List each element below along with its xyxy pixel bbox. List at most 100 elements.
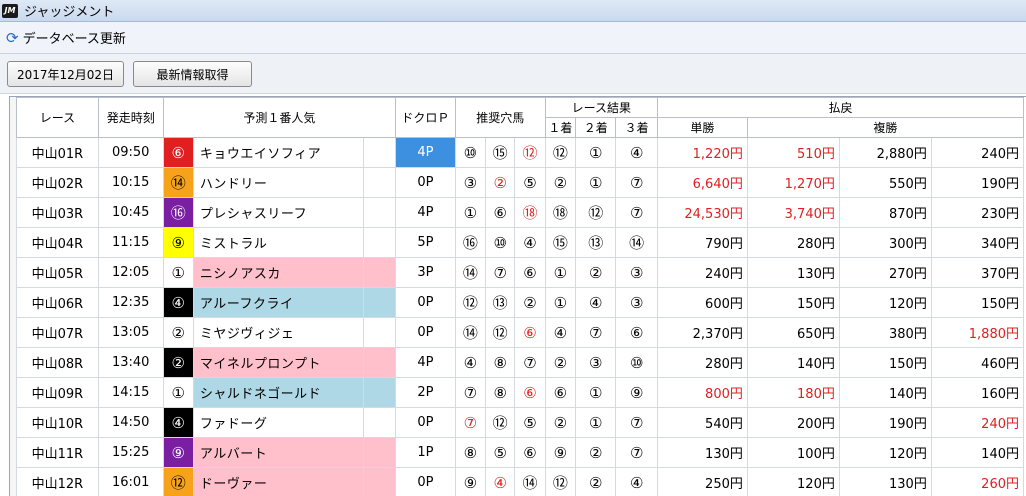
favorite-number-cell[interactable]: ② [162,347,194,378]
table-row[interactable]: 中山08R 13:40 ② マイネルプロンプト 4P ④ ⑧ ⑦ ② ③ ⑩ 280円 140円 150円… [16,347,1025,378]
place-payout-1-cell[interactable]: 200円 [746,407,840,438]
header-place-payout[interactable]: 複勝 [746,117,1025,138]
table-row[interactable]: 中山06R 12:35 ④ アルーフクライ 0P ⑫ ⑬ ② ① ④ ③ 600円 150円 120円 15… [16,287,1025,318]
start-time-cell[interactable]: 16:01 [97,467,164,496]
table-row[interactable]: 中山09R 14:15 ① シャルドネゴールド 2P ⑦ ⑧ ⑥ ⑥ ① ⑨ 800円 180円 140円… [16,377,1025,408]
place-payout-2-cell[interactable]: 120円 [838,437,932,468]
dokuro-points-cell[interactable]: 1P [395,437,456,468]
place-payout-1-cell[interactable]: 140円 [746,347,840,378]
longshot-cell[interactable]: ② [514,287,546,318]
place-payout-1-cell[interactable]: 3,740円 [746,197,840,228]
header-dokuro-points[interactable]: ドクロＰ [395,97,456,138]
longshot-cell[interactable]: ⑤ [485,437,516,468]
place-payout-2-cell[interactable]: 300円 [838,227,932,258]
longshot-cell[interactable]: ⑮ [485,137,516,168]
third-place-cell[interactable]: ⑨ [615,377,658,408]
favorite-name-cell[interactable]: ミヤジヴィジェ [192,317,364,348]
date-picker-button[interactable]: 2017年12月02日 [7,61,124,87]
longshot-cell[interactable]: ⑧ [485,347,516,378]
table-row[interactable]: 中山01R 09:50 ⑥ キョウエイソフィア 4P ⑩ ⑮ ⑫ ⑫ ① ④ 1,220円 510円 2,… [16,137,1025,168]
favorite-spacer-cell[interactable] [363,347,397,378]
place-payout-3-cell[interactable]: 230円 [930,197,1025,228]
win-payout-cell[interactable]: 800円 [656,377,748,408]
first-place-cell[interactable]: ② [544,407,577,438]
win-payout-cell[interactable]: 6,640円 [656,167,748,198]
place-payout-3-cell[interactable]: 370円 [930,257,1025,288]
place-payout-3-cell[interactable]: 340円 [930,227,1025,258]
favorite-number-cell[interactable]: ④ [162,407,194,438]
start-time-cell[interactable]: 12:05 [97,257,164,288]
race-cell[interactable]: 中山01R [16,137,99,168]
longshot-cell[interactable]: ⑦ [485,257,516,288]
second-place-cell[interactable]: ③ [575,347,617,378]
fetch-latest-button[interactable]: 最新情報取得 [133,61,252,87]
favorite-name-cell[interactable]: ハンドリー [192,167,364,198]
favorite-name-cell[interactable]: プレシャスリーフ [192,197,364,228]
longshot-cell[interactable]: ⑦ [454,407,487,438]
place-payout-3-cell[interactable]: 1,880円 [930,317,1025,348]
dokuro-points-cell[interactable]: 0P [395,287,456,318]
win-payout-cell[interactable]: 1,220円 [656,137,748,168]
race-cell[interactable]: 中山11R [16,437,99,468]
refresh-icon[interactable]: ⟳ [6,29,19,47]
favorite-name-cell[interactable]: アルバート [192,437,364,468]
table-row[interactable]: 中山07R 13:05 ② ミヤジヴィジェ 0P ⑭ ⑫ ⑥ ④ ⑦ ⑥ 2,370円 650円 380円… [16,317,1025,348]
row-selector-column[interactable] [10,97,16,496]
first-place-cell[interactable]: ② [544,167,577,198]
longshot-cell[interactable]: ⑨ [454,467,487,496]
longshot-cell[interactable]: ④ [485,467,516,496]
longshot-cell[interactable]: ⑫ [514,137,546,168]
table-row[interactable]: 中山05R 12:05 ① ニシノアスカ 3P ⑭ ⑦ ⑥ ① ② ③ 240円 130円 270円 370… [16,257,1025,288]
dokuro-points-cell[interactable]: 0P [395,467,456,496]
dokuro-points-cell[interactable]: 3P [395,257,456,288]
third-place-cell[interactable]: ④ [615,137,658,168]
win-payout-cell[interactable]: 240円 [656,257,748,288]
race-cell[interactable]: 中山02R [16,167,99,198]
favorite-spacer-cell[interactable] [363,287,397,318]
longshot-cell[interactable]: ⑥ [514,437,546,468]
favorite-number-cell[interactable]: ⑭ [162,167,194,198]
favorite-number-cell[interactable]: ④ [162,287,194,318]
third-place-cell[interactable]: ⑥ [615,317,658,348]
third-place-cell[interactable]: ③ [615,257,658,288]
longshot-cell[interactable]: ④ [454,347,487,378]
place-payout-3-cell[interactable]: 460円 [930,347,1025,378]
longshot-cell[interactable]: ⑭ [514,467,546,496]
third-place-cell[interactable]: ⑭ [615,227,658,258]
place-payout-1-cell[interactable]: 150円 [746,287,840,318]
place-payout-2-cell[interactable]: 140円 [838,377,932,408]
header-third-place[interactable]: ３着 [615,117,658,138]
dokuro-points-cell[interactable]: 4P [395,137,456,168]
third-place-cell[interactable]: ⑦ [615,197,658,228]
longshot-cell[interactable]: ③ [454,167,487,198]
favorite-name-cell[interactable]: シャルドネゴールド [192,377,364,408]
header-start-time[interactable]: 発走時刻 [97,97,164,138]
longshot-cell[interactable]: ⑤ [514,407,546,438]
race-cell[interactable]: 中山04R [16,227,99,258]
first-place-cell[interactable]: ⑫ [544,467,577,496]
longshot-cell[interactable]: ⑩ [454,137,487,168]
second-place-cell[interactable]: ① [575,137,617,168]
third-place-cell[interactable]: ⑦ [615,437,658,468]
table-row[interactable]: 中山12R 16:01 ⑫ ドーヴァー 0P ⑨ ④ ⑭ ⑫ ② ④ 250円 120円 130円 260円 [16,467,1025,496]
dokuro-points-cell[interactable]: 4P [395,197,456,228]
second-place-cell[interactable]: ① [575,377,617,408]
header-win-payout[interactable]: 単勝 [656,117,748,138]
first-place-cell[interactable]: ① [544,287,577,318]
third-place-cell[interactable]: ⑦ [615,407,658,438]
first-place-cell[interactable]: ⑮ [544,227,577,258]
dokuro-points-cell[interactable]: 0P [395,317,456,348]
favorite-spacer-cell[interactable] [363,257,397,288]
favorite-spacer-cell[interactable] [363,317,397,348]
longshot-cell[interactable]: ⑤ [514,167,546,198]
race-cell[interactable]: 中山12R [16,467,99,496]
place-payout-1-cell[interactable]: 650円 [746,317,840,348]
longshot-cell[interactable]: ⑦ [514,347,546,378]
favorite-spacer-cell[interactable] [363,137,397,168]
second-place-cell[interactable]: ⑫ [575,197,617,228]
race-cell[interactable]: 中山09R [16,377,99,408]
place-payout-2-cell[interactable]: 150円 [838,347,932,378]
favorite-number-cell[interactable]: ① [162,377,194,408]
second-place-cell[interactable]: ② [575,437,617,468]
place-payout-3-cell[interactable]: 260円 [930,467,1025,496]
